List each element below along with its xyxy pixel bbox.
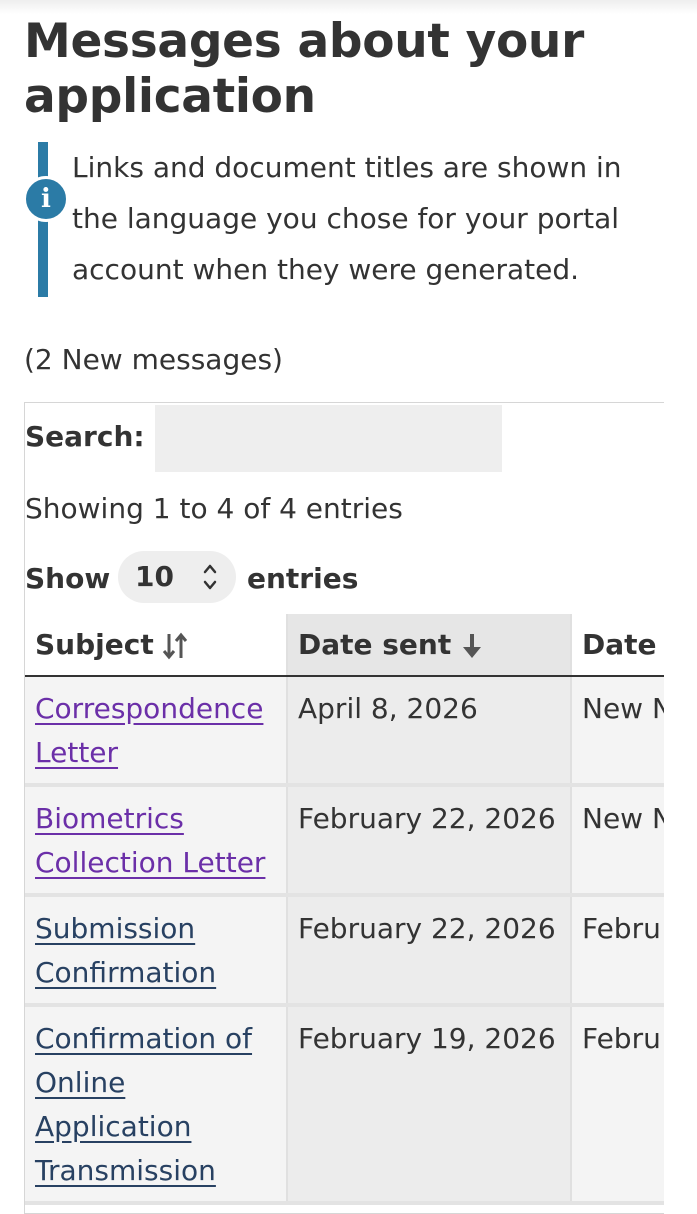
subject-cell: Confirmation of Online Application Trans… [25,1005,288,1205]
date-sent-cell: February 19, 2026 [287,1005,572,1205]
date-cell: Febru [571,895,664,1007]
subject-cell: Submission Confirmation [25,895,288,1007]
sort-down-icon [463,634,482,658]
select-updown-icon [203,564,217,590]
entries-per-page-select[interactable]: 10 [118,551,236,603]
message-subject-link[interactable]: Confirmation of Online Application Trans… [35,1022,252,1187]
date-sent-cell: February 22, 2026 [287,785,572,897]
date-cell: Febru [571,1005,664,1205]
date-cell: New N [571,785,664,897]
column-header-date-sent[interactable]: Date sent [287,614,572,677]
messages-table: Subject Date sent Date Correspondence Le… [25,614,664,1205]
info-notice: i Links and document titles are shown in… [23,142,678,298]
length-prefix: Show [25,562,111,595]
message-subject-link[interactable]: Biometrics Collection Letter [35,802,265,879]
column-header-label: Subject [35,628,154,661]
date-sent-cell: February 22, 2026 [287,895,572,1007]
column-header-label: Date [582,628,657,661]
table-row: Submission Confirmation February 22, 2026… [25,895,664,1007]
entries-per-page-value: 10 [135,560,174,593]
column-header-label: Date sent [298,628,452,661]
subject-cell: Biometrics Collection Letter [25,785,288,897]
date-cell: New N [571,676,664,787]
top-shadow [0,0,697,14]
table-body: Correspondence Letter April 8, 2026 New NB… [25,676,664,1205]
column-header-date[interactable]: Date [571,614,664,677]
search-input[interactable] [155,405,502,472]
table-row: Confirmation of Online Application Trans… [25,1005,664,1205]
message-subject-link[interactable]: Submission Confirmation [35,912,216,989]
notice-text: Links and document titles are shown in t… [72,151,622,286]
entries-length-control: Show 10 entries [25,551,625,607]
column-header-subject[interactable]: Subject [25,614,288,677]
table-info: Showing 1 to 4 of 4 entries [25,492,403,525]
date-sent-cell: April 8, 2026 [287,676,572,787]
length-suffix: entries [247,562,359,595]
table-header-row: Subject Date sent Date [25,614,664,677]
message-subject-link[interactable]: Correspondence Letter [35,692,263,769]
table-row: Biometrics Collection Letter February 22,… [25,785,664,897]
table-row: Correspondence Letter April 8, 2026 New N [25,676,664,787]
search-label: Search: [25,420,145,453]
page-title: Messages about your application [24,14,584,124]
messages-table-wrapper: Search: Showing 1 to 4 of 4 entries Show… [24,402,664,1214]
sort-both-icon [162,632,187,660]
info-icon: i [23,176,69,222]
new-messages-count: (2 New messages) [24,343,283,376]
subject-cell: Correspondence Letter [25,676,288,787]
